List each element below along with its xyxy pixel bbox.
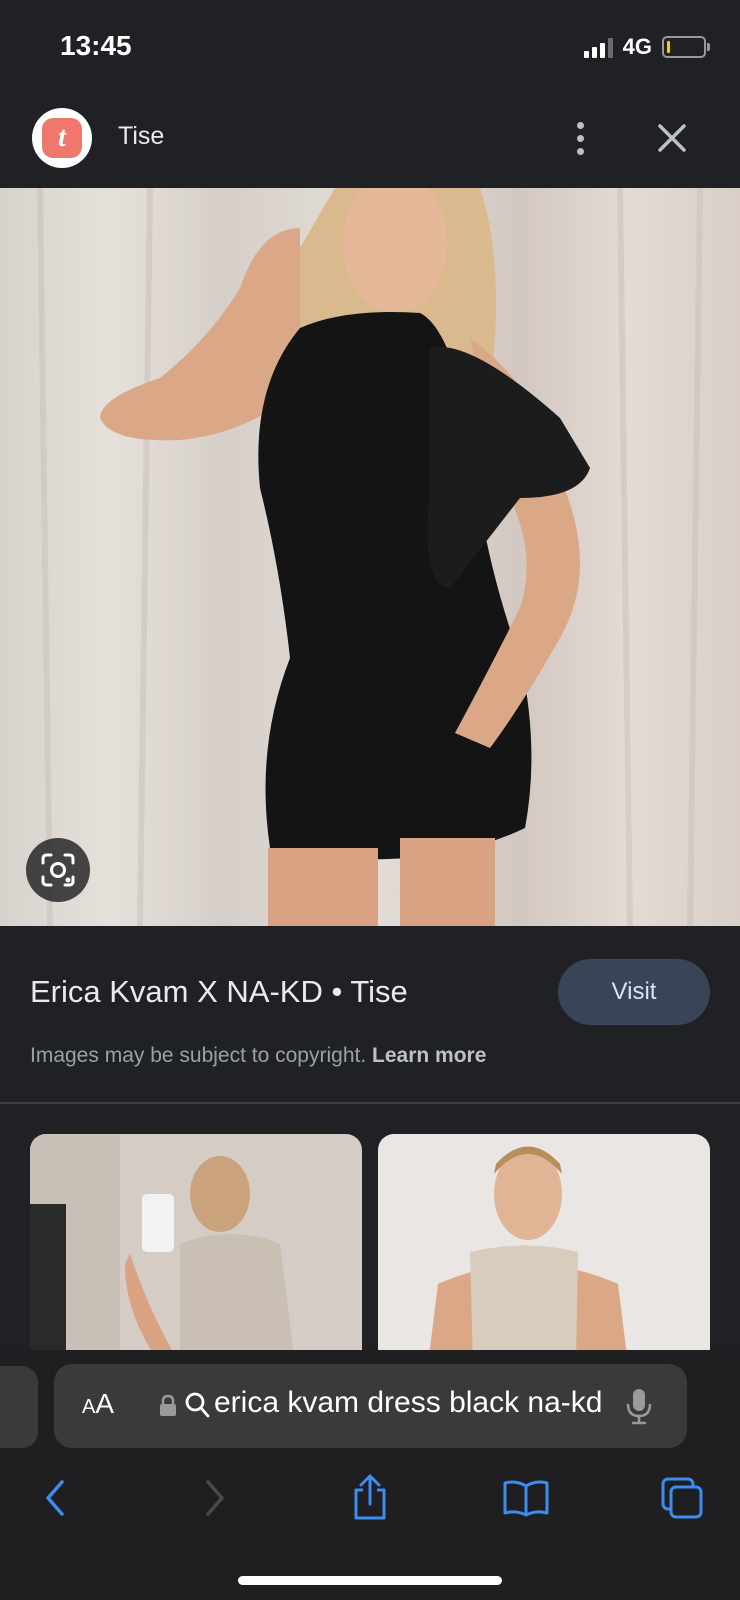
result-image[interactable]	[0, 188, 740, 926]
battery-icon	[662, 36, 710, 58]
share-button[interactable]	[340, 1468, 400, 1528]
status-indicators: 4G	[583, 34, 710, 60]
lens-icon	[41, 853, 75, 887]
bookmarks-icon	[503, 1480, 549, 1517]
dress-photo	[0, 188, 740, 926]
result-header: t Tise	[0, 96, 740, 188]
url-text[interactable]: erica kvam dress black na-kd	[214, 1386, 634, 1420]
reader-aa-button[interactable]: AA	[82, 1388, 114, 1420]
network-type: 4G	[622, 34, 652, 59]
search-icon	[185, 1392, 210, 1418]
related-image-1[interactable]	[30, 1134, 362, 1364]
back-chevron-icon	[46, 1480, 64, 1516]
tabs-button[interactable]	[652, 1468, 712, 1528]
more-options-icon[interactable]	[562, 116, 598, 160]
visit-button[interactable]: Visit	[558, 959, 710, 1025]
browser-toolbar: AA erica kvam dress black na-kd	[0, 1350, 740, 1600]
home-indicator[interactable]	[238, 1576, 502, 1585]
lens-search-button[interactable]	[26, 838, 90, 902]
aa-large-label: A	[95, 1388, 115, 1419]
address-bar[interactable]: AA erica kvam dress black na-kd	[54, 1364, 687, 1448]
status-bar: 13:45 4G	[0, 0, 740, 96]
back-button[interactable]	[25, 1468, 85, 1528]
forward-button[interactable]	[185, 1468, 245, 1528]
previous-tab[interactable]	[0, 1366, 38, 1448]
site-favicon: t	[32, 108, 92, 168]
favicon-letter: t	[42, 118, 82, 158]
status-time: 13:45	[60, 30, 132, 61]
copyright-notice: Images may be subject to copyright. Lear…	[30, 1044, 486, 1068]
bookmarks-button[interactable]	[496, 1468, 556, 1528]
divider	[0, 1102, 740, 1104]
lock-icon	[160, 1394, 176, 1416]
close-icon[interactable]	[650, 116, 694, 160]
signal-icon	[583, 36, 613, 58]
related-image-2[interactable]	[378, 1134, 710, 1364]
related-photo-1	[30, 1134, 362, 1364]
copyright-text: Images may be subject to copyright.	[30, 1044, 367, 1067]
result-title[interactable]: Erica Kvam X NA-KD • Tise	[30, 974, 408, 1010]
related-photo-2	[378, 1134, 710, 1364]
microphone-icon[interactable]	[624, 1386, 654, 1426]
share-icon	[354, 1474, 386, 1520]
result-info: Erica Kvam X NA-KD • Tise Visit Images m…	[0, 926, 740, 1102]
tabs-icon	[661, 1477, 703, 1519]
forward-chevron-icon	[206, 1480, 224, 1516]
learn-more-link[interactable]: Learn more	[372, 1044, 486, 1067]
site-name[interactable]: Tise	[118, 122, 164, 151]
aa-small-label: A	[82, 1396, 96, 1418]
